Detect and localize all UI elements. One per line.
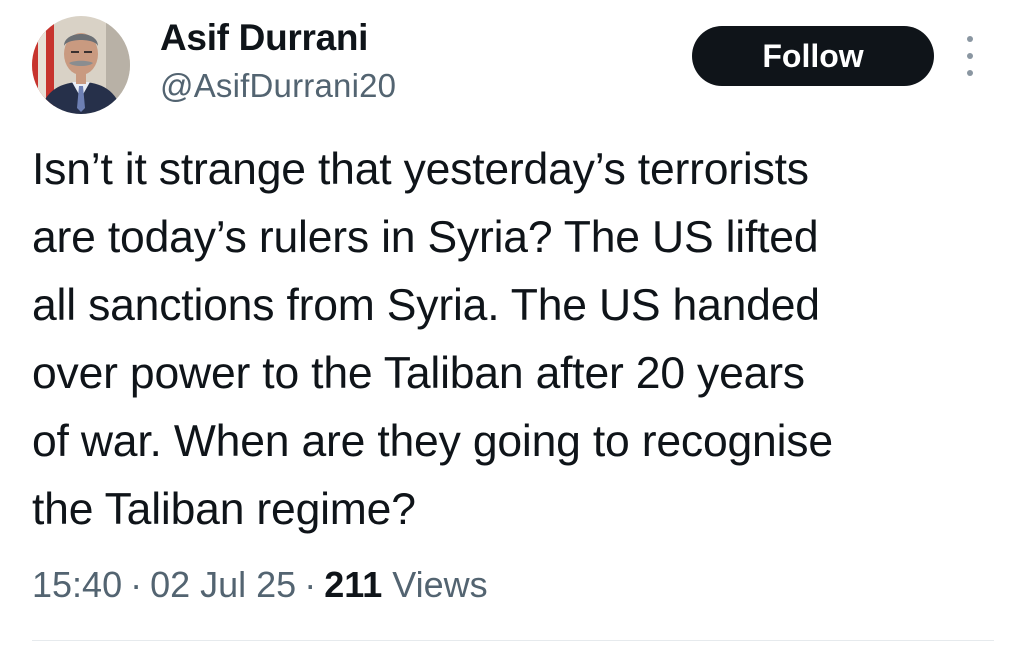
avatar[interactable]: [32, 16, 130, 114]
follow-button[interactable]: Follow: [692, 26, 934, 86]
tweet-text-line: of war. When are they going to recognise: [32, 417, 833, 466]
tweet-meta: 15:40 · 02 Jul 25 · 211 Views: [32, 561, 488, 609]
tweet-text-line: are today’s rulers in Syria? The US lift…: [32, 213, 819, 262]
tweet-text-line: over power to the Taliban after 20 years: [32, 349, 805, 398]
more-vertical-icon[interactable]: [958, 36, 982, 76]
author-handle[interactable]: @AsifDurrani20: [160, 66, 396, 106]
divider: [32, 640, 994, 641]
more-dot: [967, 70, 973, 76]
views-count[interactable]: 211: [324, 564, 382, 605]
meta-separator: ·: [130, 564, 143, 605]
views-label[interactable]: Views: [392, 564, 487, 605]
profile-photo: [32, 16, 130, 114]
tweet-text: Isn’t it strange that yesterday’s terror…: [32, 136, 1002, 544]
meta-separator: ·: [304, 564, 317, 605]
more-dot: [967, 53, 973, 59]
author-display-name[interactable]: Asif Durrani: [160, 16, 368, 60]
tweet-text-line: the Taliban regime?: [32, 485, 416, 534]
tweet-time[interactable]: 15:40: [32, 564, 122, 605]
tweet-date[interactable]: 02 Jul 25: [150, 564, 296, 605]
tweet-text-line: all sanctions from Syria. The US handed: [32, 281, 820, 330]
tweet-text-line: Isn’t it strange that yesterday’s terror…: [32, 145, 809, 194]
more-dot: [967, 36, 973, 42]
